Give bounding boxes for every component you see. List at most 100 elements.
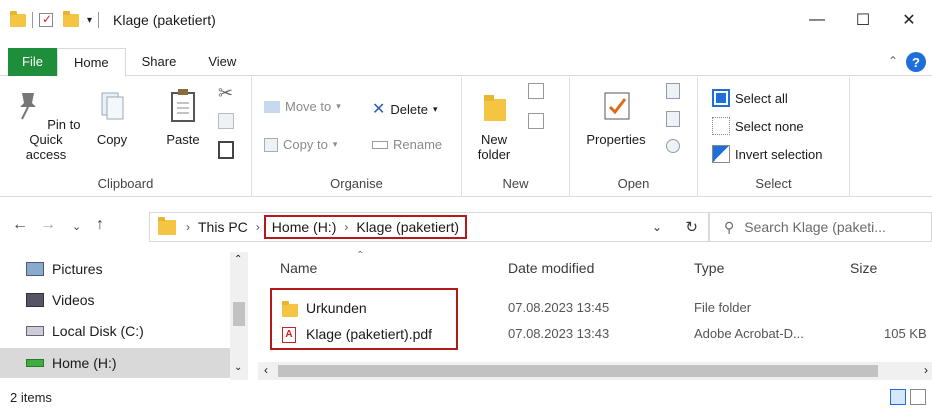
scroll-thumb[interactable] xyxy=(278,365,878,377)
file-date: 07.08.2023 13:43 xyxy=(508,326,610,341)
edit-icon[interactable] xyxy=(666,111,680,127)
nav-scrollbar[interactable]: ⌃ ⌄ xyxy=(230,252,248,380)
copy-path-icon[interactable] xyxy=(218,113,234,129)
highlight-path-box: Home (H:) › Klage (paketiert) xyxy=(263,215,468,239)
file-name: Klage (paketiert).pdf xyxy=(306,326,433,342)
tab-view[interactable]: View xyxy=(192,48,252,76)
refresh-icon[interactable]: ↻ xyxy=(685,218,698,236)
organise-group: Move to ▾ ✕ Delete ▾ Copy to ▾ Rename Organ… xyxy=(252,77,462,197)
file-row[interactable]: A Klage (paketiert).pdf 07.08.2023 13:43… xyxy=(258,324,932,346)
select-none-icon xyxy=(712,117,730,135)
copy-icon xyxy=(101,92,124,120)
divider xyxy=(98,12,100,28)
paste-button[interactable]: Paste xyxy=(160,87,206,147)
large-icons-view-icon[interactable] xyxy=(910,389,926,405)
nav-item-local-disk[interactable]: Local Disk (C:) xyxy=(0,316,230,346)
nav-item-videos[interactable]: Videos xyxy=(0,285,230,315)
breadcrumb-home[interactable]: Home (H:) xyxy=(268,219,341,235)
tab-home[interactable]: Home xyxy=(56,47,126,77)
chevron-right-icon[interactable]: › xyxy=(252,220,264,234)
scroll-thumb[interactable] xyxy=(233,302,245,326)
window-title: Klage (paketiert) xyxy=(113,12,216,28)
select-none-button[interactable]: Select none xyxy=(712,117,804,135)
close-button[interactable]: ✕ xyxy=(886,0,932,40)
address-bar[interactable]: › This PC › Home (H:) › Klage (paketiert… xyxy=(149,212,709,242)
status-bar: 2 items xyxy=(0,385,932,409)
file-type: Adobe Acrobat-D... xyxy=(694,326,804,341)
search-input[interactable]: Search Klage (paketi... xyxy=(744,219,886,235)
rename-button[interactable]: Rename xyxy=(372,137,442,152)
easy-access-icon[interactable] xyxy=(528,113,544,129)
divider xyxy=(32,12,33,28)
open-icon[interactable] xyxy=(666,83,680,99)
paste-icon xyxy=(171,89,195,122)
forward-arrow-icon[interactable]: → xyxy=(40,216,56,234)
open-group: Properties Open xyxy=(570,77,698,197)
chevron-right-icon[interactable]: › xyxy=(340,220,352,234)
collapse-ribbon-icon[interactable]: ⌃ xyxy=(888,54,898,68)
address-row: ← → ⌄ ↑ › This PC › Home (H:) › Klage (p… xyxy=(0,206,932,246)
title-bar: ✓ ▾ Klage (paketiert) — ☐ ✕ xyxy=(0,0,932,40)
move-to-button[interactable]: Move to ▾ xyxy=(264,99,341,114)
maximize-button[interactable]: ☐ xyxy=(840,0,886,40)
move-to-icon xyxy=(264,100,280,113)
column-header-type[interactable]: Type xyxy=(694,260,724,276)
scroll-up-icon[interactable]: ⌃ xyxy=(234,254,242,265)
select-all-button[interactable]: Select all xyxy=(712,89,788,107)
properties-checkbox-icon[interactable]: ✓ xyxy=(39,12,53,27)
column-header-name[interactable]: Name xyxy=(280,260,317,276)
delete-button[interactable]: ✕ Delete ▾ xyxy=(372,99,438,119)
folder-icon xyxy=(158,216,176,235)
up-arrow-icon[interactable]: ↑ xyxy=(96,216,104,234)
search-box[interactable]: ⚲ Search Klage (paketi... xyxy=(709,212,932,242)
new-item-icon[interactable] xyxy=(528,83,544,99)
quick-access-dropdown-icon[interactable]: ▾ xyxy=(87,15,92,26)
paste-shortcut-icon[interactable] xyxy=(218,141,234,159)
nav-item-home[interactable]: Home (H:) xyxy=(0,348,230,378)
cut-icon[interactable]: ✂ xyxy=(218,83,233,104)
ribbon: Pin to Quick access Copy Paste ✂ Clipboa… xyxy=(0,77,932,197)
horizontal-scrollbar[interactable]: ‹ › xyxy=(258,362,932,380)
address-dropdown-icon[interactable]: ⌄ xyxy=(652,220,662,234)
column-header-date[interactable]: Date modified xyxy=(508,260,594,276)
properties-icon xyxy=(604,92,630,120)
help-icon[interactable]: ? xyxy=(906,52,926,72)
copy-button[interactable]: Copy xyxy=(92,87,132,147)
chevron-right-icon[interactable]: › xyxy=(182,220,194,234)
invert-selection-button[interactable]: Invert selection xyxy=(712,145,822,163)
properties-button[interactable]: Properties xyxy=(578,87,654,147)
pdf-icon: A xyxy=(282,327,296,343)
minimize-button[interactable]: — xyxy=(794,0,840,40)
file-size: 105 KB xyxy=(884,326,927,341)
history-icon[interactable] xyxy=(666,139,680,153)
folder-icon xyxy=(10,10,26,27)
pin-icon xyxy=(19,93,36,120)
recent-dropdown-icon[interactable]: ⌄ xyxy=(72,220,81,233)
breadcrumb-klage[interactable]: Klage (paketiert) xyxy=(352,219,463,235)
invert-selection-icon xyxy=(712,145,730,163)
item-count: 2 items xyxy=(10,389,52,405)
scroll-left-icon[interactable]: ‹ xyxy=(264,363,268,377)
copy-to-button[interactable]: Copy to ▾ xyxy=(264,137,337,152)
file-list: ⌃ Name Date modified Type Size Urkunden … xyxy=(258,250,932,380)
scroll-down-icon[interactable]: ⌄ xyxy=(234,362,242,373)
drive-icon xyxy=(26,326,44,336)
breadcrumb-this-pc[interactable]: This PC xyxy=(194,219,252,235)
tab-share[interactable]: Share xyxy=(126,48,193,76)
details-view-icon[interactable] xyxy=(890,389,906,405)
scroll-right-icon[interactable]: › xyxy=(924,363,928,377)
sort-indicator-icon: ⌃ xyxy=(356,250,365,261)
pin-quick-access-button[interactable]: Pin to Quick access xyxy=(8,87,84,162)
back-arrow-icon[interactable]: ← xyxy=(12,216,28,234)
file-row[interactable]: Urkunden 07.08.2023 13:45 File folder xyxy=(258,298,932,320)
column-header-size[interactable]: Size xyxy=(850,260,877,276)
rename-icon xyxy=(372,140,388,149)
new-group: New folder New xyxy=(462,77,570,197)
new-folder-button[interactable]: New folder xyxy=(470,87,518,162)
nav-item-pictures[interactable]: Pictures xyxy=(0,254,230,284)
videos-icon xyxy=(26,293,44,307)
clipboard-group: Pin to Quick access Copy Paste ✂ Clipboa… xyxy=(0,77,252,197)
new-folder-quick-icon[interactable] xyxy=(63,10,79,27)
tab-file[interactable]: File xyxy=(8,47,57,76)
pictures-icon xyxy=(26,262,44,276)
